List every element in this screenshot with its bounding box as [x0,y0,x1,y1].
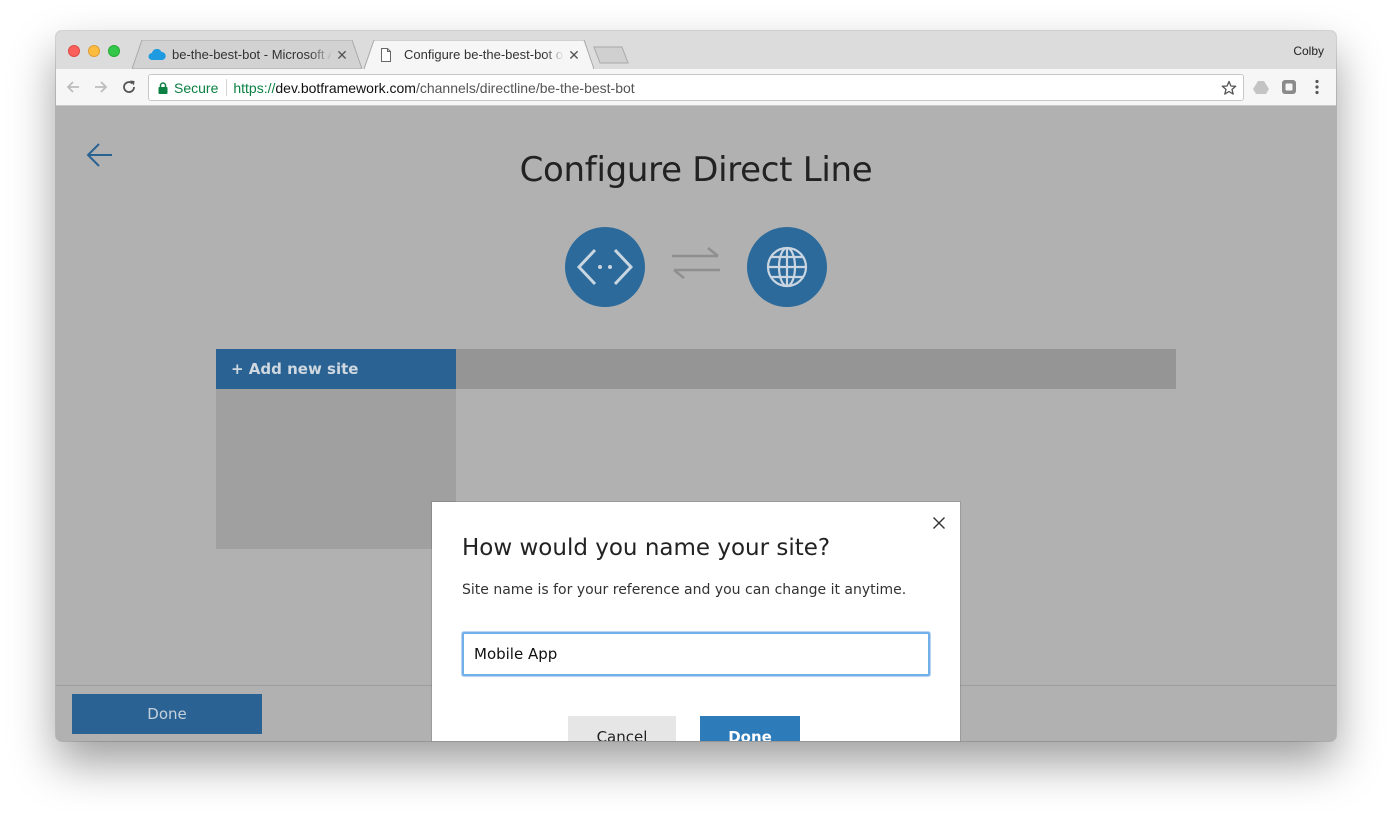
globe-icon [747,227,827,307]
url-text: https://dev.botframework.com/channels/di… [227,80,634,96]
name-site-dialog: How would you name your site? Site name … [432,502,960,741]
done-button[interactable]: Done [700,716,800,741]
close-icon[interactable] [932,516,946,530]
tab-strip: be-the-best-bot - Microsoft Azure ✕ Conf… [56,31,1336,69]
lock-icon [158,81,168,94]
profile-name[interactable]: Colby [1293,44,1324,58]
tab-configure[interactable]: Configure be-the-best-bot on ✕ [364,40,594,69]
code-icon [565,227,645,307]
close-window-button[interactable] [68,45,80,57]
forward-nav-icon[interactable] [92,78,110,96]
browser-toolbar: Secure https://dev.botframework.com/chan… [56,69,1336,106]
cancel-button[interactable]: Cancel [568,716,676,741]
tab-title: Configure be-the-best-bot on [404,47,564,62]
document-icon [380,47,398,62]
menu-dots-icon[interactable] [1308,78,1326,96]
add-new-site-button[interactable]: + Add new site [216,349,456,389]
back-nav-icon[interactable] [64,78,82,96]
azure-cloud-icon [148,48,166,62]
tab-title: be-the-best-bot - Microsoft Azure [172,47,332,62]
url-host: dev.botframework.com [275,79,416,96]
url-scheme: https:// [233,79,276,96]
minimize-window-button[interactable] [88,45,100,57]
tab-close-icon[interactable]: ✕ [568,48,580,62]
extension-icon[interactable] [1280,78,1298,96]
new-tab-button[interactable] [593,46,629,64]
zoom-window-button[interactable] [108,45,120,57]
secure-label: Secure [174,79,219,96]
url-path: /channels/directline/be-the-best-bot [415,79,635,96]
tab-azure[interactable]: be-the-best-bot - Microsoft Azure ✕ [132,40,362,69]
reload-icon[interactable] [120,78,138,96]
footer-done-button[interactable]: Done [72,694,262,734]
dialog-title: How would you name your site? [462,535,831,561]
site-name-input[interactable] [462,632,930,676]
page-content: Configure Direct Line + Add new site Don… [56,106,1336,741]
drive-extension-icon[interactable] [1252,78,1270,96]
bookmark-star-icon[interactable] [1221,80,1237,99]
secure-indicator[interactable]: Secure [149,79,228,96]
page-title: Configure Direct Line [519,150,873,190]
sites-list [216,389,456,549]
tab-close-icon[interactable]: ✕ [336,48,348,62]
dialog-description: Site name is for your reference and you … [462,582,907,598]
browser-window: be-the-best-bot - Microsoft Azure ✕ Conf… [56,31,1336,741]
address-bar[interactable]: Secure https://dev.botframework.com/chan… [148,74,1244,101]
swap-arrows-icon [672,247,720,279]
